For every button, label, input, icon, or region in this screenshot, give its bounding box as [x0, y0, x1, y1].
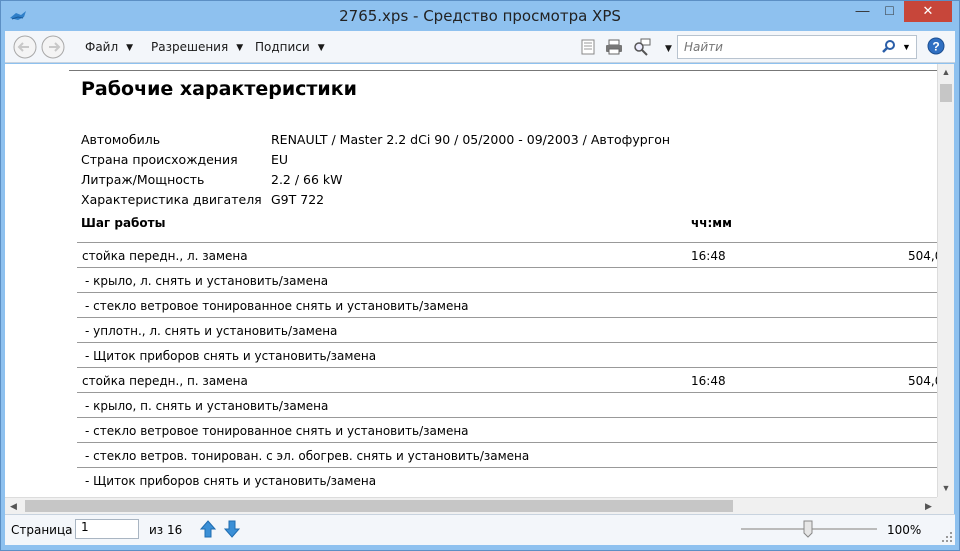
info-label: Страна происхождения	[81, 152, 238, 167]
minimize-button[interactable]: —	[849, 1, 876, 22]
svg-text:?: ?	[932, 40, 939, 54]
info-value: G9T 722	[271, 192, 325, 207]
zoom-slider-thumb[interactable]	[803, 520, 813, 538]
table-row: стойка передн., п. замена 16:48 504,0	[77, 367, 937, 392]
table-row: - стекло ветровое тонированное снять и у…	[77, 292, 937, 317]
table-row: - крыло, п. снять и установить/замена	[77, 392, 937, 417]
row-name: стойка передн., п. замена	[82, 374, 248, 388]
help-icon[interactable]: ?	[927, 37, 945, 55]
menu-permissions-label: Разрешения	[151, 40, 229, 54]
menu-file[interactable]: Файл ▼	[85, 40, 133, 54]
back-forward-buttons[interactable]	[11, 34, 69, 60]
zoom-dropdown[interactable]: ▼	[657, 41, 672, 55]
column-header-step: Шаг работы	[81, 216, 166, 230]
work-table: стойка передн., л. замена 16:48 504,0 - …	[77, 242, 937, 492]
horizontal-scroll-thumb[interactable]	[25, 500, 733, 512]
search-box[interactable]: ▼	[677, 35, 917, 59]
info-value: 2.2 / 66 kW	[271, 172, 343, 187]
chevron-down-icon[interactable]: ▼	[902, 42, 911, 52]
arrow-up-icon[interactable]	[199, 519, 217, 539]
page-edge	[69, 70, 937, 71]
scroll-left-icon[interactable]: ◀	[5, 498, 22, 515]
zoom-icon[interactable]	[633, 38, 651, 56]
scroll-up-icon[interactable]: ▲	[938, 64, 954, 81]
zoom-level: 100%	[887, 523, 922, 537]
scroll-right-icon[interactable]: ▶	[920, 498, 937, 515]
scroll-down-icon[interactable]: ▼	[938, 480, 954, 497]
info-value: RENAULT / Master 2.2 dCi 90 / 05/2000 - …	[271, 132, 671, 147]
arrow-down-icon[interactable]	[223, 519, 241, 539]
menu-permissions[interactable]: Разрешения ▼	[151, 40, 243, 54]
info-label: Характеристика двигателя	[81, 192, 262, 207]
row-name: - стекло ветровое тонированное снять и у…	[85, 299, 469, 313]
column-header-time: чч:мм	[691, 216, 732, 230]
info-label: Литраж/Мощность	[81, 172, 205, 187]
window-title: 2765.xps - Средство просмотра XPS	[339, 7, 621, 25]
info-value: EU	[271, 152, 289, 167]
chevron-down-icon: ▼	[236, 43, 244, 53]
toolbar: Файл ▼ Разрешения ▼ Подписи ▼ ▼ Найти ▼ …	[5, 31, 955, 63]
row-name: - стекло ветров. тонирован. с эл. обогре…	[85, 449, 530, 463]
table-row: - стекло ветровое тонированное снять и у…	[77, 417, 937, 442]
row-name: стойка передн., л. замена	[82, 249, 248, 263]
chevron-down-icon: ▼	[317, 43, 325, 53]
table-row: - Щиток приборов снять и установить/заме…	[77, 467, 937, 492]
row-amount: 504,0	[908, 374, 937, 388]
vertical-scroll-thumb[interactable]	[940, 84, 952, 102]
row-time: 16:48	[691, 374, 726, 388]
outline-icon[interactable]	[579, 38, 597, 56]
row-name: - Щиток приборов снять и установить/заме…	[85, 349, 377, 363]
chevron-down-icon: ▼	[126, 43, 134, 53]
horizontal-scrollbar[interactable]: ◀ ▶	[5, 497, 937, 514]
chevron-down-icon: ▼	[665, 44, 672, 54]
page-count: из 16	[149, 523, 183, 537]
vertical-scrollbar[interactable]: ▲ ▼	[937, 64, 954, 497]
row-time: 16:48	[691, 249, 726, 263]
row-name: - крыло, п. снять и установить/замена	[85, 399, 329, 413]
title-bar[interactable]: 2765.xps - Средство просмотра XPS — □ ✕	[1, 1, 959, 31]
status-bar: Страница 1 из 16 100%	[5, 514, 955, 545]
maximize-button[interactable]: □	[876, 1, 903, 22]
page-number-input[interactable]: 1	[75, 519, 139, 539]
page-label: Страница	[11, 523, 73, 537]
document-view[interactable]: Рабочие характеристики Автомобиль RENAUL…	[5, 64, 937, 497]
table-row: - уплотн., л. снять и установить/замена	[77, 317, 937, 342]
info-label: Автомобиль	[81, 132, 161, 147]
row-name: - уплотн., л. снять и установить/замена	[85, 324, 338, 338]
xps-viewer-window: 2765.xps - Средство просмотра XPS — □ ✕ …	[0, 0, 960, 551]
row-name: - Щиток приборов снять и установить/заме…	[85, 474, 377, 488]
print-icon[interactable]	[605, 38, 623, 56]
menu-signatures[interactable]: Подписи ▼	[255, 40, 325, 54]
scrollbar-corner	[937, 497, 954, 514]
search-input[interactable]	[684, 40, 874, 54]
page-title: Рабочие характеристики	[81, 78, 357, 100]
row-name: - крыло, л. снять и установить/замена	[85, 274, 329, 288]
table-row: - стекло ветров. тонирован. с эл. обогре…	[77, 442, 937, 467]
menu-file-label: Файл	[85, 40, 119, 54]
menu-signatures-label: Подписи	[255, 40, 310, 54]
close-button[interactable]: ✕	[904, 1, 952, 22]
search-icon[interactable]	[882, 40, 896, 54]
table-row: - Щиток приборов снять и установить/заме…	[77, 342, 937, 367]
table-row: стойка передн., л. замена 16:48 504,0	[77, 242, 937, 267]
table-row: - крыло, л. снять и установить/замена	[77, 267, 937, 292]
row-amount: 504,0	[908, 249, 937, 263]
row-name: - стекло ветровое тонированное снять и у…	[85, 424, 469, 438]
resize-grip-icon[interactable]	[941, 531, 953, 543]
